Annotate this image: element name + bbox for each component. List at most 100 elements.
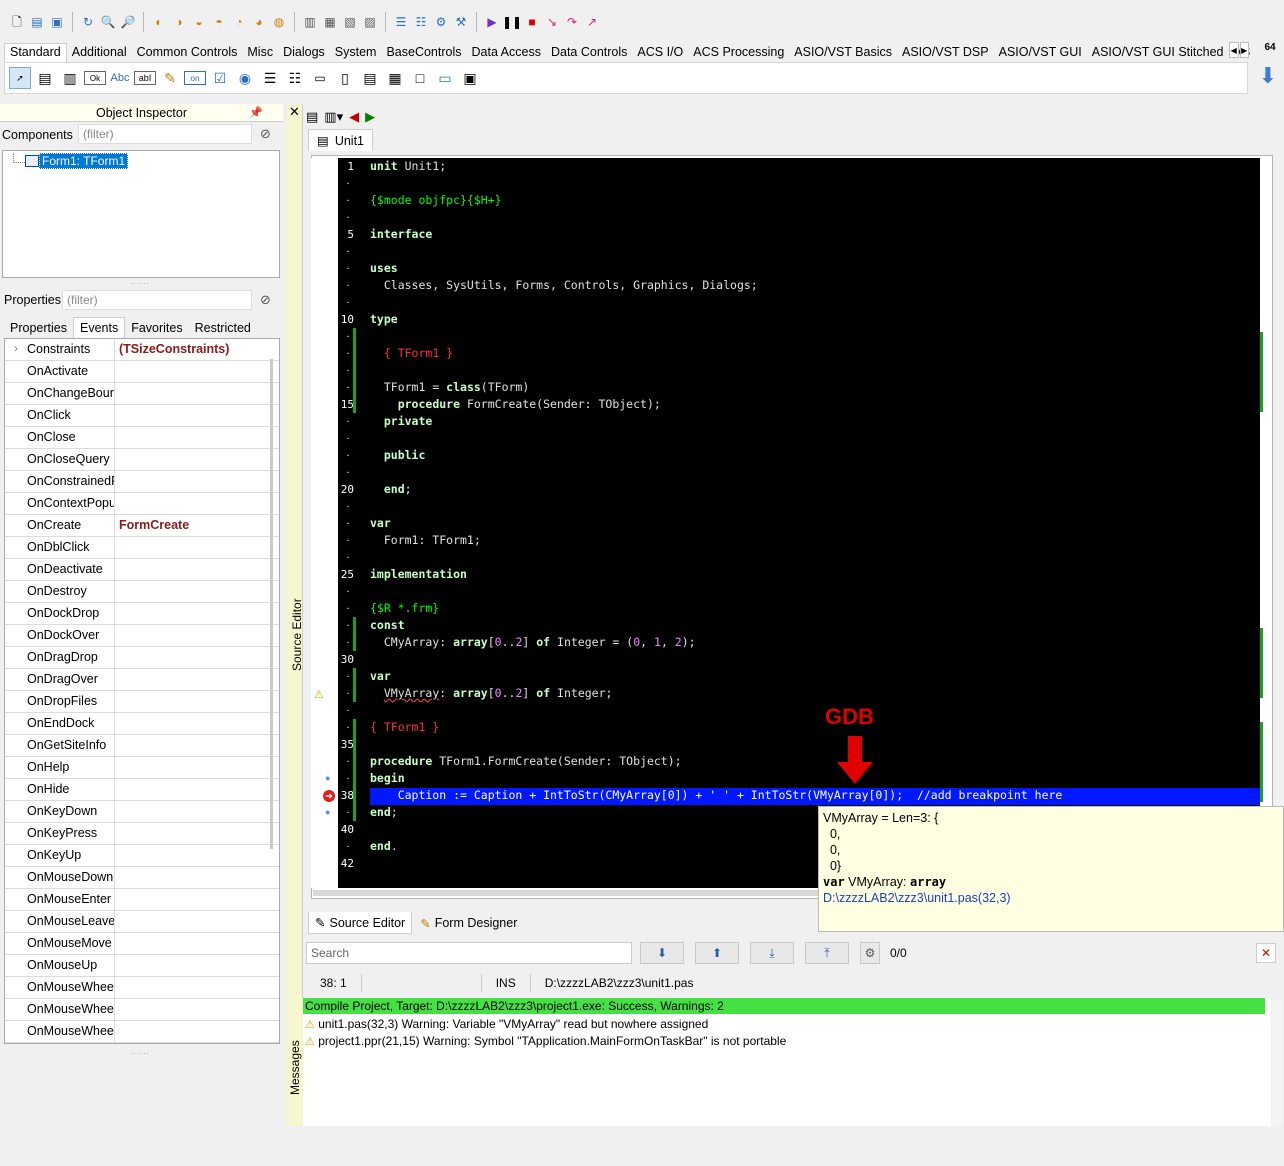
find-next-icon[interactable]: ⬇: [640, 942, 684, 964]
arrow-down-icon[interactable]: ⬇: [1256, 63, 1280, 88]
event-row[interactable]: OnKeyPress: [5, 823, 279, 845]
event-row[interactable]: OnDockDrop: [5, 603, 279, 625]
event-row[interactable]: OnDeactivate: [5, 559, 279, 581]
palette-tab-data-controls[interactable]: Data Controls: [546, 43, 632, 62]
checkgroup-icon[interactable]: ▦: [384, 67, 406, 89]
button-icon[interactable]: Ok: [84, 71, 106, 85]
tab-form-designer[interactable]: ✎ Form Designer: [414, 912, 523, 934]
palette-tab-asio-vst-basics[interactable]: ASIO/VST Basics: [789, 43, 897, 62]
event-value[interactable]: [115, 933, 279, 954]
frame-icon[interactable]: ▭: [434, 67, 456, 89]
event-row[interactable]: OnMouseLeave: [5, 911, 279, 933]
event-row[interactable]: OnClick: [5, 405, 279, 427]
event-value[interactable]: [115, 559, 279, 580]
save-icon[interactable]: ▥: [301, 13, 319, 31]
remove-from-project-icon[interactable]: ◕: [250, 13, 268, 31]
palette-tab-asio-vst-dsp[interactable]: ASIO/VST DSP: [897, 43, 994, 62]
event-row[interactable]: OnCreate FormCreate: [5, 515, 279, 537]
save-project-icon[interactable]: ◑: [170, 13, 188, 31]
palette-tab-common-controls[interactable]: Common Controls: [132, 43, 243, 62]
popup-menu-icon[interactable]: ▥: [59, 67, 81, 89]
new-form-icon[interactable]: ▤: [28, 13, 46, 31]
tab-restricted[interactable]: Restricted: [189, 318, 257, 338]
event-row[interactable]: OnClose: [5, 427, 279, 449]
project-inspector-icon[interactable]: ◓: [210, 13, 228, 31]
event-value[interactable]: [115, 823, 279, 844]
save-all-icon[interactable]: ▦: [321, 13, 339, 31]
checkbox-icon[interactable]: ☑: [209, 67, 231, 89]
step-out-icon[interactable]: ↗: [583, 13, 601, 31]
event-value[interactable]: [115, 911, 279, 932]
pause-icon[interactable]: ❚❚: [502, 13, 522, 31]
event-value[interactable]: [115, 889, 279, 910]
clear-filter-icon[interactable]: ⊘: [260, 292, 271, 308]
event-value[interactable]: [115, 603, 279, 624]
event-row[interactable]: OnDblClick: [5, 537, 279, 559]
listbox-icon[interactable]: ☰: [259, 67, 281, 89]
event-value[interactable]: [115, 691, 279, 712]
compile-icon[interactable]: ⚙: [432, 13, 450, 31]
breakpoint-icon[interactable]: ➔: [323, 790, 335, 802]
package-icon[interactable]: ◍: [270, 13, 288, 31]
event-row[interactable]: OnMouseMove: [5, 933, 279, 955]
event-row[interactable]: OnHelp: [5, 757, 279, 779]
event-row[interactable]: OnCloseQuery: [5, 449, 279, 471]
event-value[interactable]: [115, 735, 279, 756]
scrollbar[interactable]: [270, 359, 273, 849]
horizontal-scrollbar[interactable]: [313, 890, 818, 896]
close-icon[interactable]: ✕: [289, 104, 300, 120]
event-value[interactable]: [115, 669, 279, 690]
event-value[interactable]: [115, 999, 279, 1020]
tab-properties[interactable]: Properties: [4, 318, 73, 338]
event-row[interactable]: OnKeyUp: [5, 845, 279, 867]
build-icon[interactable]: ⚒: [452, 13, 470, 31]
groupbox-icon[interactable]: ▯: [334, 67, 356, 89]
tab-events[interactable]: Events: [72, 317, 126, 338]
event-row[interactable]: OnActivate: [5, 361, 279, 383]
warning-message[interactable]: ⚠ unit1.pas(32,3) Warning: Variable "VMy…: [305, 1016, 708, 1033]
messages-scrollbar[interactable]: [1272, 1000, 1282, 1126]
event-value[interactable]: [115, 405, 279, 426]
new-unit-icon[interactable]: ▣: [48, 13, 66, 31]
toggle-form-icon[interactable]: ▨: [361, 13, 379, 31]
code-area[interactable]: [338, 158, 1260, 888]
actionlist-icon[interactable]: ▣: [459, 67, 481, 89]
event-row[interactable]: OnEndDock: [5, 713, 279, 735]
event-value[interactable]: [115, 845, 279, 866]
event-row[interactable]: OnDragDrop: [5, 647, 279, 669]
step-into-icon[interactable]: ↘: [543, 13, 561, 31]
event-value[interactable]: [115, 471, 279, 492]
warning-message[interactable]: ⚠ project1.ppr(21,15) Warning: Symbol "T…: [305, 1033, 786, 1050]
scroll-left-icon[interactable]: ◀: [1229, 42, 1239, 58]
event-value[interactable]: [115, 757, 279, 778]
event-row[interactable]: OnDockOver: [5, 625, 279, 647]
toggle-box-icon[interactable]: on: [184, 71, 206, 85]
combobox-icon[interactable]: ☷: [284, 67, 306, 89]
stop-icon[interactable]: ■: [523, 13, 541, 31]
palette-tab-additional[interactable]: Additional: [67, 43, 132, 62]
event-row[interactable]: OnMouseWheel: [5, 1021, 279, 1043]
forward-arrow-icon[interactable]: ▶: [365, 109, 375, 125]
event-value[interactable]: [115, 625, 279, 646]
view-units-icon[interactable]: ☰: [392, 13, 410, 31]
event-row[interactable]: OnGetSiteInfo: [5, 735, 279, 757]
clear-filter-icon[interactable]: ⊘: [260, 126, 271, 142]
compile-success-message[interactable]: Compile Project, Target: D:\zzzzLAB2\zzz…: [303, 998, 1265, 1014]
palette-tab-standard[interactable]: Standard: [4, 43, 67, 62]
find-last-icon[interactable]: ⤓: [750, 942, 794, 964]
tab-favorites[interactable]: Favorites: [125, 318, 188, 338]
event-value[interactable]: [115, 801, 279, 822]
event-row[interactable]: OnContextPopu: [5, 493, 279, 515]
event-value[interactable]: [115, 1021, 279, 1042]
back-arrow-icon[interactable]: ◀: [349, 109, 359, 125]
event-value[interactable]: (TSizeConstraints): [115, 339, 279, 360]
event-value[interactable]: [115, 449, 279, 470]
main-menu-icon[interactable]: ▤: [34, 67, 56, 89]
find-first-icon[interactable]: ⤒: [805, 942, 849, 964]
event-value[interactable]: [115, 581, 279, 602]
label-icon[interactable]: Abc: [109, 67, 131, 89]
expand-icon[interactable]: ›: [5, 339, 27, 360]
palette-tab-dialogs[interactable]: Dialogs: [278, 43, 330, 62]
memo-icon[interactable]: ✎: [159, 67, 181, 89]
components-filter-input[interactable]: (filter): [78, 124, 252, 144]
